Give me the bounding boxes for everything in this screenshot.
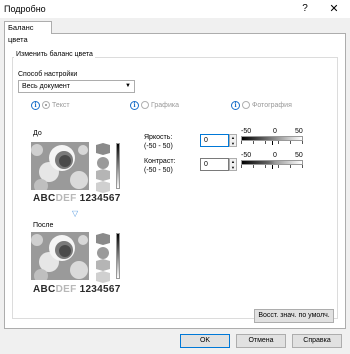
method-select-value: Весь документ [22, 83, 70, 90]
brightness-scale: -50 0 50 [241, 128, 303, 145]
sphere-swatches [96, 233, 110, 283]
radio-button[interactable] [141, 101, 149, 109]
cancel-button[interactable]: Отмена [236, 334, 286, 348]
scale-mid: 0 [273, 128, 277, 135]
method-select[interactable]: Весь документ ▼ [18, 80, 135, 93]
sample-def: DEF [55, 284, 77, 295]
radio-graphics[interactable]: i Графика [130, 100, 179, 110]
contrast-label: Контраст: [144, 158, 176, 165]
radio-label-text: Текст [52, 101, 70, 109]
radio-photo[interactable]: i Фотография [231, 100, 292, 110]
contrast-ticks [241, 165, 303, 169]
ok-button[interactable]: OK [180, 334, 230, 348]
restore-defaults-button[interactable]: Восст. знач. по умолч. [254, 309, 334, 323]
brightness-ticks [241, 141, 303, 145]
brightness-stepper[interactable]: ▲ ▼ [229, 134, 237, 147]
scale-min: -50 [241, 152, 252, 159]
contrast-stepper[interactable]: ▲ ▼ [229, 158, 237, 171]
after-sample-text: ABCDEF 1234567 [33, 284, 121, 295]
group-title: Изменить баланс цвета [14, 51, 95, 58]
tab-color-balance[interactable]: Баланс цвета [4, 21, 52, 44]
info-icon[interactable]: i [130, 100, 139, 110]
sample-num: 1234567 [79, 193, 121, 204]
down-arrow-icon: ▽ [72, 209, 79, 218]
grayscale-bar [116, 143, 120, 189]
window-title: Подробно [4, 4, 46, 14]
help-button[interactable]: Справка [292, 334, 342, 348]
title-bar: Подробно ? ✕ [0, 0, 350, 18]
help-icon[interactable]: ? [298, 2, 312, 16]
before-sample-text: ABCDEF 1234567 [33, 193, 121, 204]
radio-text[interactable]: i Текст [31, 100, 70, 110]
after-label: После [33, 222, 54, 229]
down-arrow-icon[interactable]: ▼ [230, 165, 236, 171]
sphere-swatches [96, 143, 110, 193]
contrast-scale: -50 0 50 [241, 152, 303, 169]
scale-min: -50 [241, 128, 252, 135]
sample-num: 1234567 [79, 284, 121, 295]
before-label: До [33, 130, 42, 137]
brightness-label: Яркость: [144, 134, 173, 141]
brightness-input[interactable]: 0 [200, 134, 229, 147]
sample-abc: ABC [33, 284, 56, 295]
grayscale-bar [116, 233, 120, 279]
info-icon[interactable]: i [31, 100, 40, 110]
scale-max: 50 [295, 128, 303, 135]
radio-button[interactable] [42, 101, 50, 109]
sample-def: DEF [55, 193, 77, 204]
brightness-range: (-50 - 50) [144, 143, 173, 150]
scale-mid: 0 [273, 152, 277, 159]
method-label: Способ настройки [18, 71, 78, 78]
radio-button[interactable] [242, 101, 250, 109]
down-arrow-icon[interactable]: ▼ [230, 141, 236, 147]
before-preview-image [31, 142, 89, 190]
sample-abc: ABC [33, 193, 56, 204]
close-icon[interactable]: ✕ [327, 2, 341, 16]
contrast-input[interactable]: 0 [200, 158, 229, 171]
after-preview-image [31, 232, 89, 280]
contrast-range: (-50 - 50) [144, 167, 173, 174]
chevron-down-icon: ▼ [125, 83, 131, 89]
info-icon[interactable]: i [231, 100, 240, 110]
scale-max: 50 [295, 152, 303, 159]
radio-label-photo: Фотография [252, 101, 292, 109]
radio-label-graphics: Графика [151, 101, 179, 109]
